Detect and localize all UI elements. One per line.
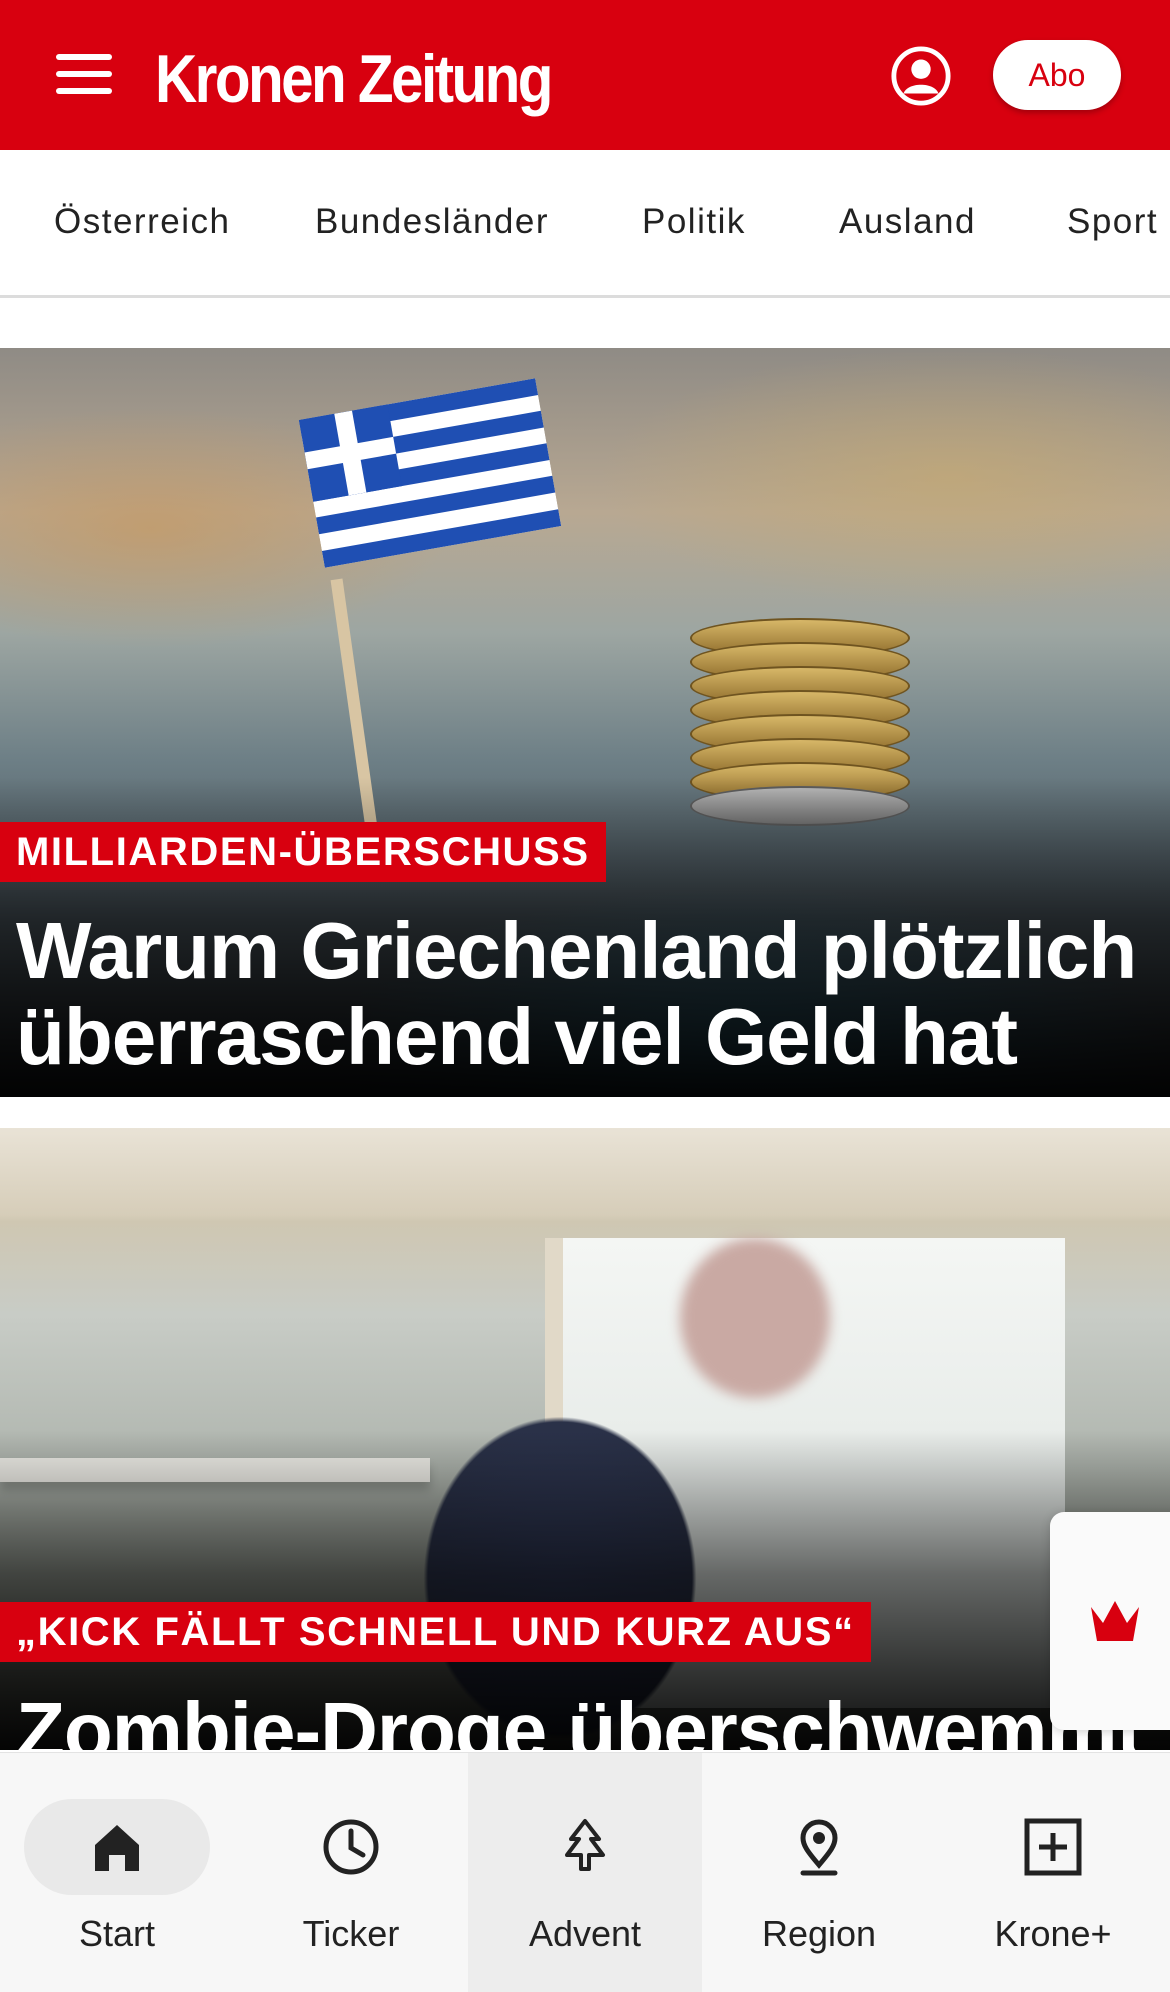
account-icon[interactable] [890,45,952,107]
category-ausland[interactable]: Ausland [839,202,976,242]
menu-icon[interactable] [56,54,112,94]
plus-box-icon [1024,1818,1082,1876]
nav-krone-plus[interactable]: Krone+ [936,1753,1170,1992]
abo-button[interactable]: Abo [993,40,1121,110]
krone-plus-fab[interactable] [1050,1512,1170,1730]
nav-label: Krone+ [994,1913,1112,1954]
article-card[interactable]: „KICK FÄLLT SCHNELL UND KURZ AUS“ Zombie… [0,1128,1170,1750]
home-icon [95,1825,139,1871]
category-bundeslaender[interactable]: Bundesländer [315,202,549,242]
nav-label: Ticker [302,1913,400,1954]
article-headline[interactable]: Zombie-Droge überschwemmt [16,1688,1150,1751]
greek-flag-image [298,378,562,568]
article-kicker: MILLIARDEN-ÜBERSCHUSS [0,822,606,882]
article-kicker: „KICK FÄLLT SCHNELL UND KURZ AUS“ [0,1602,871,1662]
bottom-navigation: Start Ticker Advent Region Krone+ [0,1752,1170,1992]
category-oesterreich[interactable]: Österreich [54,202,230,242]
tree-icon [565,1819,605,1871]
brand-logo[interactable]: Kronen Zeitung [155,34,554,124]
nav-label: Start [78,1913,156,1954]
nav-region[interactable]: Region [702,1753,936,1992]
clock-icon [323,1819,379,1875]
category-politik[interactable]: Politik [642,202,746,242]
category-nav: Österreich Bundesländer Politik Ausland … [0,150,1170,298]
article-card[interactable]: MILLIARDEN-ÜBERSCHUSS Warum Griechenland… [0,348,1170,1097]
nav-ticker[interactable]: Ticker [234,1753,468,1992]
article-headline[interactable]: Warum Griechenland plötzlich überraschen… [16,908,1150,1080]
nav-advent[interactable]: Advent [468,1753,702,1992]
nav-label: Advent [528,1913,642,1954]
crown-icon [1091,1601,1139,1641]
category-sport[interactable]: Sport [1067,202,1158,242]
nav-label: Region [761,1913,877,1954]
top-header: Kronen Zeitung Abo [0,0,1170,150]
location-pin-icon [800,1819,838,1876]
nav-start[interactable]: Start [0,1753,234,1992]
